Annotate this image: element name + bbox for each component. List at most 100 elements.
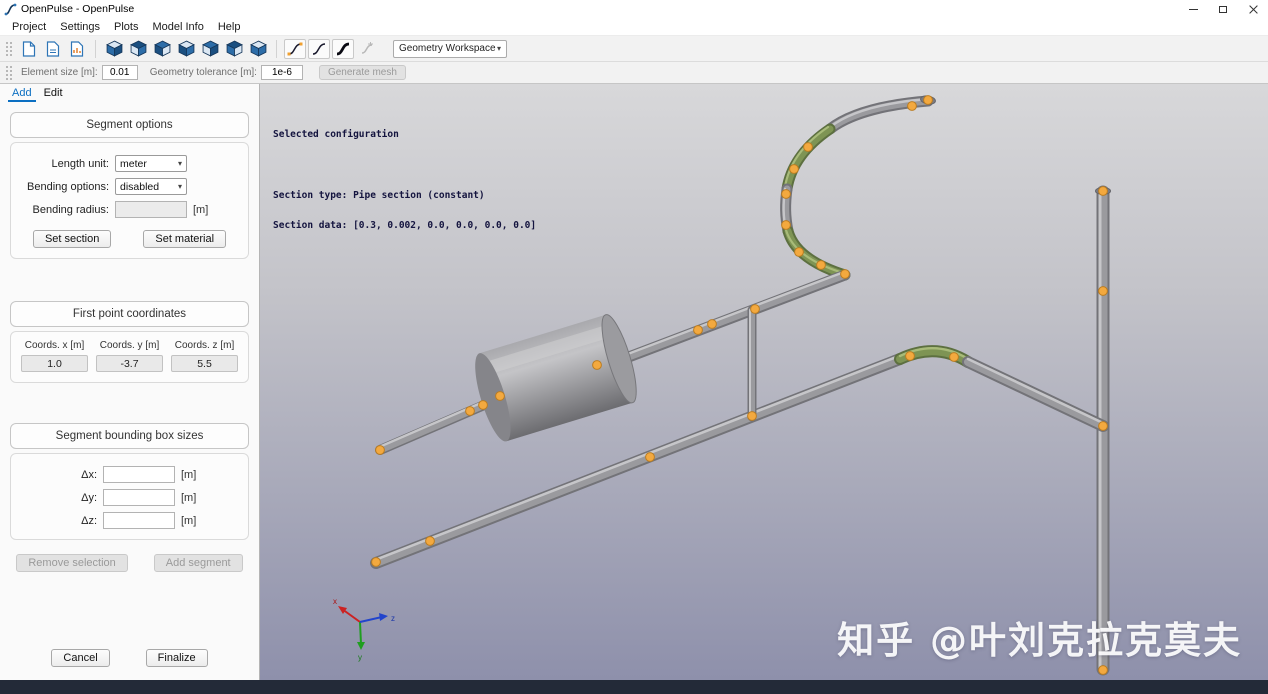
maximize-button[interactable] — [1208, 0, 1238, 18]
coord-y-input[interactable]: -3.7 — [96, 355, 163, 372]
minimize-button[interactable] — [1178, 0, 1208, 18]
pipe-s-curve[interactable] — [784, 99, 928, 275]
tab-add[interactable]: Add — [8, 87, 36, 102]
bending-options-select[interactable]: disabled ▾ — [115, 178, 187, 195]
first-point-group: Coords. x [m] Coords. y [m] Coords. z [m… — [10, 331, 249, 383]
coord-y-header: Coords. y [m] — [92, 340, 167, 351]
cancel-button[interactable]: Cancel — [51, 649, 109, 667]
coord-x-input[interactable]: 1.0 — [21, 355, 88, 372]
delta-x-input[interactable] — [103, 466, 175, 483]
pipe-curve-tool-button[interactable] — [308, 39, 330, 59]
view-cube-button-7[interactable] — [247, 39, 269, 59]
mesh-toolbar: Element size [m]: Geometry tolerance [m]… — [0, 62, 1268, 84]
cylinder-vessel[interactable] — [468, 311, 643, 444]
overlay-line-1: Selected configuration — [273, 130, 536, 140]
close-button[interactable] — [1238, 0, 1268, 18]
view-cube-icon — [178, 40, 195, 57]
set-section-button[interactable]: Set section — [33, 230, 111, 248]
element-size-label: Element size [m]: — [21, 67, 98, 78]
view-cube-button-6[interactable] — [223, 39, 245, 59]
watermark-text: 知乎 @叶刘克拉克莫夫 — [837, 610, 1242, 664]
view-cube-button-3[interactable] — [151, 39, 173, 59]
chevron-down-icon: ▾ — [497, 44, 501, 53]
first-point-title: First point coordinates — [10, 301, 249, 327]
add-segment-button[interactable]: Add segment — [154, 554, 243, 572]
minimize-icon — [1189, 9, 1198, 10]
bounding-box-group: Δx: [m] Δy: [m] Δz: [m] — [10, 453, 249, 540]
geometry-tolerance-label: Geometry tolerance [m]: — [150, 67, 257, 78]
view-cube-button-4[interactable] — [175, 39, 197, 59]
geometry-tolerance-input[interactable] — [261, 65, 303, 80]
toolbar-grip-icon[interactable] — [5, 41, 12, 57]
menu-item-help[interactable]: Help — [211, 21, 248, 33]
pipe-bold-curve-icon — [334, 41, 352, 57]
pipe-vertical-connector[interactable] — [750, 310, 752, 417]
segment-options-group: Length unit: meter ▾ Bending options: di… — [10, 142, 249, 259]
view-cube-icon — [202, 40, 219, 57]
menu-item-settings[interactable]: Settings — [53, 21, 107, 33]
coord-z-input[interactable]: 5.5 — [171, 355, 238, 372]
window-title: OpenPulse - OpenPulse — [21, 3, 134, 15]
file-open-icon — [46, 41, 60, 57]
pipe-upper-diagonal[interactable] — [604, 272, 845, 366]
axis-z-label: z — [391, 614, 395, 623]
element-size-input[interactable] — [102, 65, 138, 80]
toolbar-separator — [95, 40, 96, 58]
file-export-button[interactable] — [66, 39, 88, 59]
pipe-bold-curve-tool-button[interactable] — [332, 39, 354, 59]
menu-bar: Project Settings Plots Model Info Help — [0, 18, 1268, 36]
menu-item-project[interactable]: Project — [5, 21, 53, 33]
tab-edit[interactable]: Edit — [40, 87, 67, 102]
axis-x-label: x — [333, 597, 337, 606]
window-controls — [1178, 0, 1268, 18]
menu-item-plots[interactable]: Plots — [107, 21, 145, 33]
file-export-icon — [70, 41, 84, 57]
axes-triad-icon: x y z — [333, 597, 395, 662]
bending-radius-input[interactable] — [115, 201, 187, 218]
pipe-points-icon — [286, 41, 304, 57]
pipe-disabled-tool-button[interactable] — [356, 39, 378, 59]
bending-options-label: Bending options: — [19, 181, 109, 193]
main-area: Add Edit Segment options Length unit: me… — [0, 84, 1268, 680]
delta-z-input[interactable] — [103, 512, 175, 529]
toolbar-grip-icon[interactable] — [5, 65, 12, 81]
pipe-curve-icon — [310, 41, 328, 57]
pipe-disabled-icon — [358, 41, 376, 57]
bending-options-value: disabled — [120, 181, 159, 193]
view-cube-icon — [250, 40, 267, 57]
view-cube-button-1[interactable] — [103, 39, 125, 59]
delta-x-label: Δx: — [19, 469, 97, 481]
delta-y-input[interactable] — [103, 489, 175, 506]
workspace-select-value: Geometry Workspace — [399, 43, 496, 54]
file-open-button[interactable] — [42, 39, 64, 59]
remove-selection-button[interactable]: Remove selection — [16, 554, 127, 572]
workspace-select[interactable]: Geometry Workspace ▾ — [393, 40, 507, 58]
generate-mesh-button[interactable]: Generate mesh — [319, 65, 406, 80]
delta-y-unit: [m] — [181, 492, 196, 504]
title-bar: OpenPulse - OpenPulse — [0, 0, 1268, 18]
close-icon — [1248, 4, 1259, 15]
bending-radius-unit: [m] — [193, 204, 208, 216]
file-new-button[interactable] — [18, 39, 40, 59]
view-cube-button-5[interactable] — [199, 39, 221, 59]
status-bar — [0, 680, 1268, 694]
delta-y-label: Δy: — [19, 492, 97, 504]
axis-y-label: y — [358, 653, 362, 662]
view-cube-icon — [106, 40, 123, 57]
main-toolbar: Geometry Workspace ▾ — [0, 36, 1268, 62]
chevron-down-icon: ▾ — [178, 159, 182, 168]
set-material-button[interactable]: Set material — [143, 230, 226, 248]
length-unit-label: Length unit: — [19, 158, 109, 170]
view-cube-button-2[interactable] — [127, 39, 149, 59]
toolbar-separator — [276, 40, 277, 58]
view-cube-icon — [154, 40, 171, 57]
file-new-icon — [22, 41, 36, 57]
finalize-button[interactable]: Finalize — [146, 649, 208, 667]
sidebar-tabs: Add Edit — [0, 84, 259, 104]
delta-z-unit: [m] — [181, 515, 196, 527]
viewport-3d[interactable]: x y z Selected configuration Section typ… — [260, 84, 1268, 680]
selection-info-overlay: Selected configuration Section type: Pip… — [273, 110, 536, 251]
menu-item-model-info[interactable]: Model Info — [145, 21, 210, 33]
pipe-points-tool-button[interactable] — [284, 39, 306, 59]
length-unit-select[interactable]: meter ▾ — [115, 155, 187, 172]
